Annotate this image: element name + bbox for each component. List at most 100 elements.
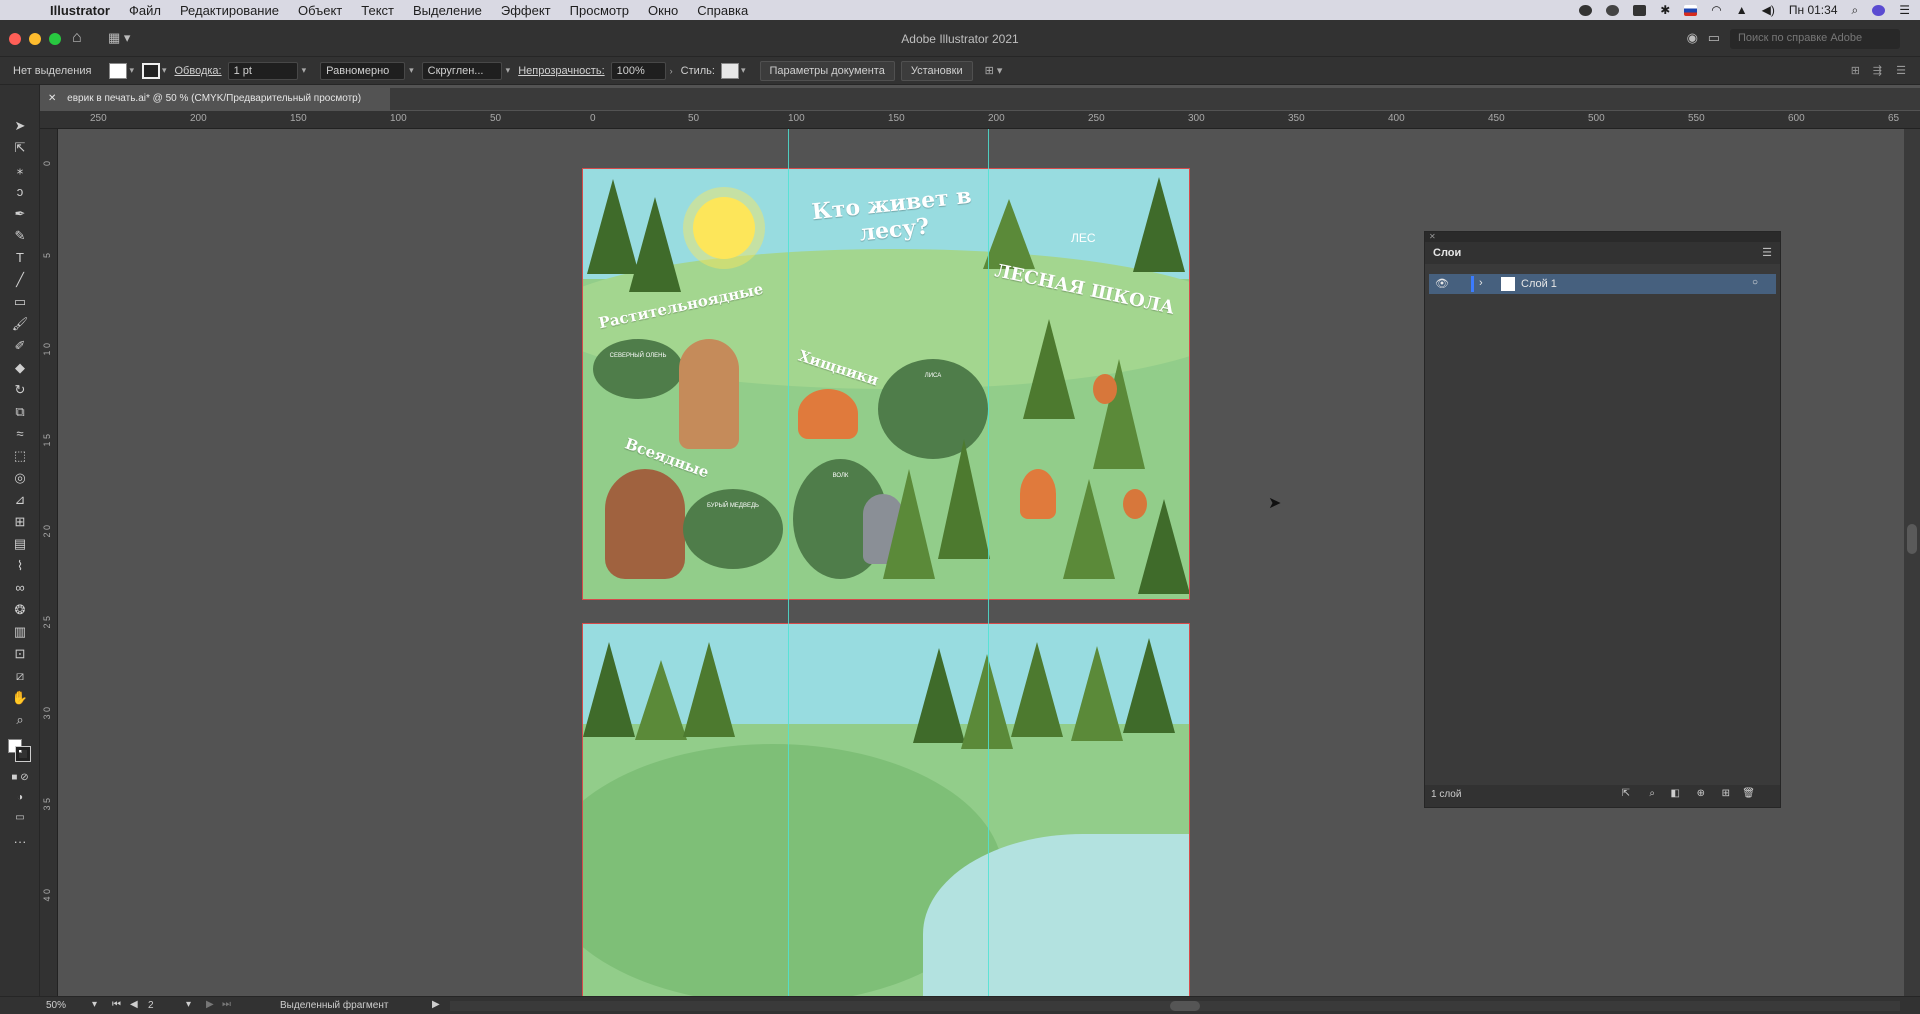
next-artboard-icon[interactable]: ▶ [206,999,214,1010]
eraser-tool-icon[interactable]: ◆ [11,359,29,377]
menu-icon[interactable]: ☰ [1896,64,1906,77]
style-swatch[interactable] [720,62,739,79]
clipping-mask-icon[interactable]: ◧ [1671,788,1680,799]
chevron-down-icon[interactable]: ▾ [92,999,97,1010]
paintbrush-tool-icon[interactable]: 🖌 [11,315,29,333]
document-setup-button[interactable]: Параметры документа [759,60,895,81]
blend-tool-icon[interactable]: ∞ [11,579,29,597]
guide-line[interactable] [788,129,789,996]
fill-swatch[interactable] [109,62,128,79]
status-menu-arrow-icon[interactable]: ▶ [432,999,440,1010]
color-mode-icon[interactable]: ■ ⊘ [11,769,29,787]
locate-object-icon[interactable]: ⌕ [1649,788,1655,799]
artboard-number-field[interactable]: 2 [148,1000,154,1011]
siri-icon[interactable] [1872,4,1886,16]
stroke-weight-field[interactable]: 1 pt [227,61,298,80]
share-icon[interactable]: ◉ [1687,30,1698,46]
document-tab[interactable]: ✕ еврик в печать.ai* @ 50 % (CMYK/Предва… [40,88,390,110]
direct-selection-tool-icon[interactable]: ⇱ [11,139,29,157]
brush-definition[interactable]: Скруглен... [421,61,502,80]
guide-line[interactable] [988,129,989,996]
target-circle-icon[interactable]: ○ [1752,277,1758,288]
scrollbar-thumb[interactable] [1907,524,1917,554]
control-center-icon[interactable]: ☰ [1899,3,1910,17]
zoom-field[interactable]: 50% [46,1000,66,1011]
help-search-input[interactable]: Поиск по справке Adobe [1730,29,1900,49]
status-mode[interactable]: Выделенный фрагмент [280,1000,388,1011]
symbol-sprayer-tool-icon[interactable]: ❂ [11,601,29,619]
layer-row[interactable]: 👁 › Слой 1 ○ [1429,274,1776,294]
bluetooth-icon[interactable]: ✱ [1660,3,1670,17]
slice-tool-icon[interactable]: ⧄ [11,667,29,685]
column-graph-tool-icon[interactable]: ▥ [11,623,29,641]
eyedropper-tool-icon[interactable]: ⌇ [11,557,29,575]
menu-select[interactable]: Выделение [413,3,482,18]
rotate-tool-icon[interactable]: ↻ [11,381,29,399]
horizontal-ruler[interactable]: 250 200 150 100 50 0 50 100 150 200 250 … [40,111,1920,129]
export-icon[interactable]: ⇱ [1622,788,1630,799]
prev-artboard-icon[interactable]: ◀ [130,999,138,1010]
gradient-tool-icon[interactable]: ▤ [11,535,29,553]
new-sublayer-icon[interactable]: ⊕ [1697,788,1705,799]
selection-tool-icon[interactable]: ➤ [11,117,29,135]
line-tool-icon[interactable]: ╱ [11,271,29,289]
variable-width-profile[interactable]: Равномерно [320,61,406,80]
screen-mode-icon[interactable]: ▭ [11,809,29,827]
layer-name[interactable]: Слой 1 [1521,278,1557,290]
fill-stroke-widget[interactable] [8,739,31,762]
menu-file[interactable]: Файл [129,3,161,18]
type-tool-icon[interactable]: T [11,249,29,267]
artboard-1[interactable]: Кто живет в лесу? ЛЕСНАЯ ШКОЛА ЛЕС Расти… [582,168,1190,600]
stroke-label[interactable]: Обводка: [175,65,222,77]
stroke-color-icon[interactable] [15,746,31,762]
search-icon[interactable]: ⌕ [1852,3,1859,18]
layers-tab[interactable]: Слои [1433,247,1461,259]
menu-edit[interactable]: Редактирование [180,3,279,18]
hand-tool-icon[interactable]: ✋ [11,689,29,707]
menu-app[interactable]: Illustrator [50,3,110,18]
menu-object[interactable]: Объект [298,3,342,18]
volume-icon[interactable]: ◀) [1762,3,1775,17]
visibility-eye-icon[interactable]: 👁 [1435,277,1449,290]
more-tools-icon[interactable]: ··· [11,833,29,851]
wifi-icon[interactable]: ◠ [1711,3,1721,17]
chevron-down-icon[interactable]: ▾ [741,65,746,76]
pen-tool-icon[interactable]: ✒ [11,205,29,223]
scale-tool-icon[interactable]: ⧉ [11,403,29,421]
chevron-down-icon[interactable]: ▾ [506,65,511,76]
clock[interactable]: Пн 01:34 [1789,3,1838,17]
warp-tool-icon[interactable]: ≈ [11,425,29,443]
chevron-down-icon[interactable]: ▾ [186,999,191,1010]
expand-chevron-icon[interactable]: › [1479,277,1483,289]
scrollbar-thumb[interactable] [1170,1001,1200,1011]
menu-view[interactable]: Просмотр [570,3,629,18]
zoom-tool-icon[interactable]: ⌕ [11,711,29,729]
first-artboard-icon[interactable]: ⏮ [112,999,121,1010]
lasso-tool-icon[interactable]: ↄ [11,183,29,201]
shape-builder-tool-icon[interactable]: ◎ [11,469,29,487]
align-icon[interactable]: ⊞ [1851,64,1860,77]
vertical-scrollbar[interactable] [1904,129,1920,996]
chevron-down-icon[interactable]: ▾ [162,65,167,76]
panel-topbar[interactable]: ✕ [1425,232,1780,242]
preferences-button[interactable]: Установки [900,60,973,81]
shaper-tool-icon[interactable]: ✐ [11,337,29,355]
magic-wand-tool-icon[interactable]: ⁎ [11,161,29,179]
chevron-right-icon[interactable]: › [670,66,673,76]
stroke-swatch[interactable] [141,62,160,79]
free-transform-tool-icon[interactable]: ⬚ [11,447,29,465]
arrange-icon[interactable]: ⊞ ▾ [985,64,1003,77]
chevron-down-icon[interactable]: ▾ [409,65,414,76]
draw-mode-icon[interactable]: ◑ [11,789,29,807]
menu-text[interactable]: Текст [361,3,394,18]
artboard-2[interactable] [582,623,1190,996]
delete-layer-icon[interactable]: 🗑 [1742,788,1755,799]
menu-effect[interactable]: Эффект [501,3,551,18]
airplay-icon[interactable]: ▲ [1736,3,1748,17]
panel-menu-icon[interactable]: ☰ [1762,246,1772,259]
rectangle-tool-icon[interactable]: ▭ [11,293,29,311]
horizontal-scrollbar[interactable] [450,1001,1900,1011]
transform-icon[interactable]: ⇶ [1873,64,1882,77]
menu-window[interactable]: Окно [648,3,678,18]
record-icon[interactable] [1579,4,1593,16]
